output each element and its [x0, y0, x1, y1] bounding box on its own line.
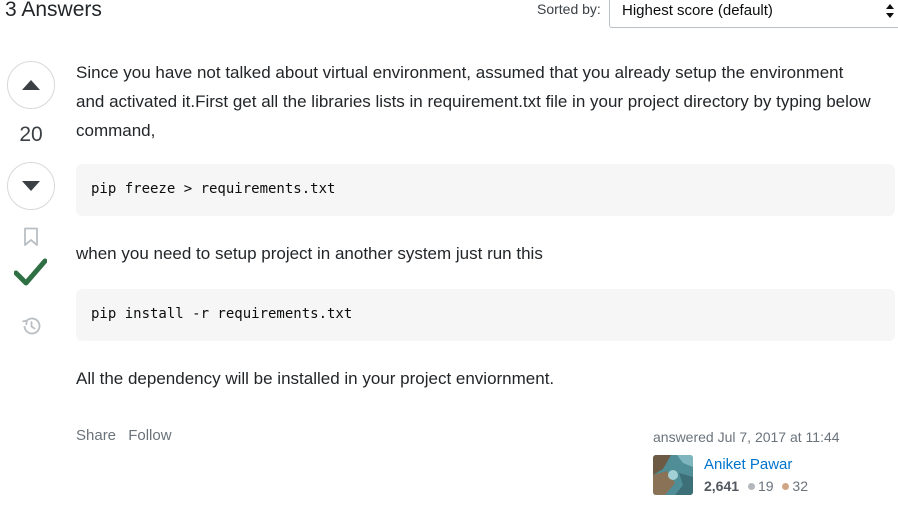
share-link[interactable]: Share	[76, 427, 116, 444]
answers-count: 3 Answers	[5, 0, 102, 21]
silver-badge-icon	[747, 483, 755, 491]
upvote-button[interactable]	[7, 61, 55, 109]
bookmark-icon[interactable]	[23, 227, 39, 247]
user-name-link[interactable]: Aniket Pawar	[704, 456, 792, 473]
avatar[interactable]	[653, 455, 693, 495]
reputation-score: 2,641	[704, 478, 740, 494]
answer-actions: Share Follow	[76, 427, 180, 444]
arrow-down-icon	[22, 181, 40, 191]
downvote-button[interactable]	[7, 162, 55, 210]
history-icon[interactable]	[20, 315, 42, 337]
accepted-checkmark-icon	[14, 258, 47, 286]
answer-paragraph-1: Since you have not talked about virtual …	[76, 63, 871, 140]
sort-label: Sorted by:	[537, 1, 601, 17]
code-block-1: pip freeze > requirements.txt	[76, 164, 895, 216]
code-block-2: pip install -r requirements.txt	[76, 289, 895, 341]
sort-arrows-icon	[886, 4, 894, 18]
answer-paragraph-3: All the dependency will be installed in …	[76, 369, 555, 388]
sort-select-value: Highest score (default)	[622, 2, 773, 19]
user-reputation: 2,641 19 32	[704, 478, 808, 494]
vote-count: 20	[19, 123, 43, 146]
silver-badge-count: 19	[757, 478, 774, 494]
answered-timestamp: answered Jul 7, 2017 at 11:44	[653, 429, 840, 445]
follow-link[interactable]: Follow	[128, 427, 171, 444]
bronze-badge-icon	[782, 483, 790, 491]
user-info: answered Jul 7, 2017 at 11:44 Aniket Paw…	[653, 429, 893, 495]
sort-select[interactable]: Highest score (default)	[609, 0, 898, 28]
answer-paragraph-2: when you need to setup project in anothe…	[76, 244, 543, 263]
arrow-up-icon	[22, 80, 40, 90]
bronze-badge-count: 32	[792, 478, 808, 494]
